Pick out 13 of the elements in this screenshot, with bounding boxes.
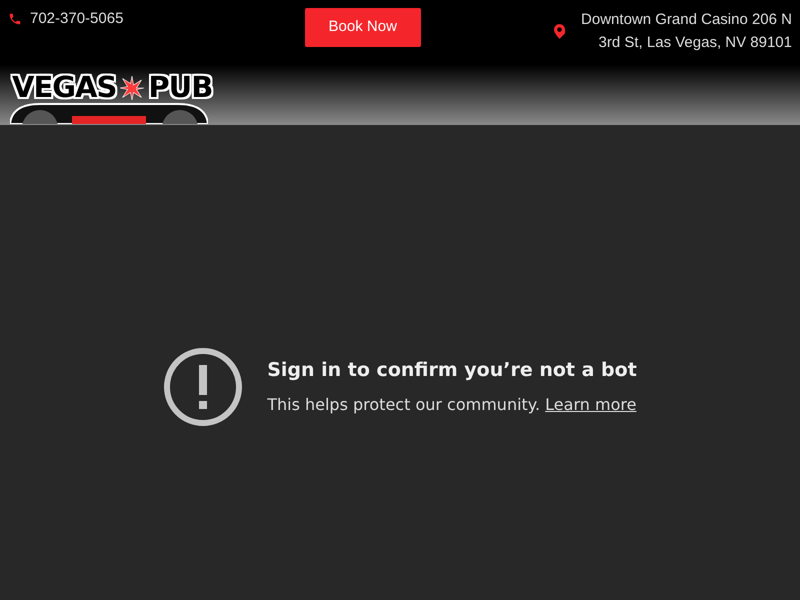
phone-icon (8, 12, 22, 26)
phone-number[interactable]: 702-370-5065 (30, 8, 124, 30)
warning-icon (163, 346, 244, 426)
book-now-button[interactable]: Book Now (304, 8, 421, 47)
learn-more-link[interactable]: Learn more (545, 394, 636, 414)
error-title: Sign in to confirm you’re not a bot (267, 358, 637, 384)
address-text: 3rd St, Las Vegas, NV 89101 (598, 33, 792, 54)
address-text: Downtown Grand Casino 206 N (581, 10, 792, 30)
location-pin-icon (554, 24, 566, 39)
logo-text: VEGAS (12, 73, 116, 102)
star-burst-icon (120, 76, 144, 100)
error-message: This helps protect our community. Learn more (267, 394, 637, 416)
logo-text: PUB (148, 73, 212, 102)
